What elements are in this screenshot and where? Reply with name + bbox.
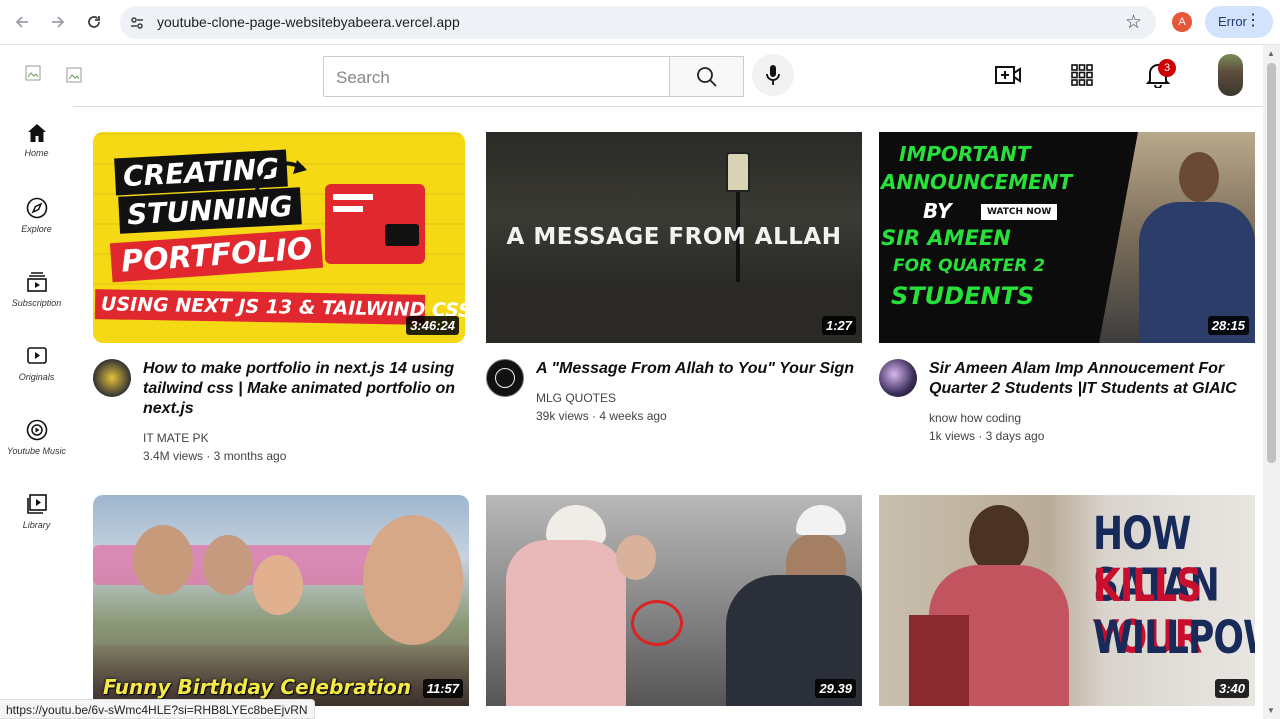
voice-search-button[interactable]	[752, 54, 794, 96]
duration-badge: 11:57	[422, 679, 463, 698]
search-button[interactable]	[669, 56, 744, 97]
thumbnail-text: Funny Birthday Celebration	[103, 675, 412, 699]
site-info-icon[interactable]	[128, 14, 146, 32]
error-label: Error	[1218, 14, 1247, 29]
home-icon	[27, 124, 46, 142]
create-video-icon[interactable]	[993, 60, 1023, 90]
notification-count-badge: 3	[1158, 59, 1176, 77]
channel-name[interactable]: know how coding	[929, 409, 1021, 427]
video-thumbnail[interactable]: HOW SATAN KILLS YOUR WILLPOWER 3:40	[879, 495, 1255, 706]
channel-avatar[interactable]	[486, 359, 524, 397]
thumbnail-text: USING NEXT JS 13 & TAILWIND CSS	[94, 289, 465, 325]
browser-toolbar: youtube-clone-page-websitebyabeera.verce…	[0, 0, 1280, 45]
video-stats: 3.4M views · 3 months ago	[143, 449, 287, 463]
thumbnail-text: IMPORTANT	[899, 142, 1031, 166]
video-thumbnail[interactable]: Funny Birthday Celebration 11:57	[93, 495, 469, 706]
sidebar-item-library[interactable]: Library	[0, 493, 73, 555]
duration-badge: 1:27	[821, 316, 856, 335]
arrow-icon	[255, 160, 307, 191]
link-status-url: https://youtu.be/6v-sWmc4HLE?si=RHB8LYEc…	[0, 699, 315, 719]
sidebar-item-label: Home	[24, 148, 49, 158]
thumbnail-text: BY	[923, 199, 952, 223]
url-text: youtube-clone-page-websitebyabeera.verce…	[157, 14, 460, 30]
channel-name[interactable]: MLG QUOTES	[536, 389, 616, 407]
sidebar-item-youtube-music[interactable]: Youtube Music	[0, 419, 73, 481]
thumbnail-text: SIR AMEEN	[881, 226, 1011, 250]
video-title[interactable]: How to make portfolio in next.js 14 usin…	[143, 359, 463, 419]
sidebar-item-originals[interactable]: Originals	[0, 345, 73, 407]
video-thumbnail[interactable]: A MESSAGE FROM ALLAH 1:27	[486, 132, 862, 343]
sidebar-item-label: Originals	[18, 372, 55, 382]
scroll-thumb[interactable]	[1267, 63, 1276, 463]
search-icon	[696, 66, 717, 87]
thumbnail-text: A MESSAGE FROM ALLAH	[506, 224, 842, 250]
music-icon	[26, 419, 47, 441]
library-icon	[26, 494, 47, 514]
video-thumbnail[interactable]: 29.39	[486, 495, 862, 706]
sidebar-item-label: Youtube Music	[6, 446, 67, 456]
thumbnail-text: STUDENTS	[891, 282, 1035, 310]
channel-avatar[interactable]	[879, 359, 917, 397]
scroll-down-arrow-icon[interactable]: ▼	[1267, 706, 1275, 715]
thumbnail-text: FOR QUARTER 2	[893, 256, 1046, 276]
subscriptions-icon	[26, 272, 47, 292]
apps-grid-icon[interactable]	[1067, 60, 1097, 90]
video-stats: 39k views · 4 weeks ago	[536, 409, 667, 423]
duration-badge: 29.39	[815, 679, 856, 698]
scroll-up-arrow-icon[interactable]: ▲	[1267, 49, 1275, 58]
thumbnail-text: WATCH NOW	[981, 204, 1058, 220]
sidebar-item-label: Library	[22, 520, 51, 530]
duration-badge: 3:40	[1214, 679, 1249, 698]
broken-logo-icon[interactable]	[66, 67, 82, 83]
illustration-screen	[325, 184, 425, 264]
video-stats: 1k views · 3 days ago	[929, 429, 1045, 443]
back-icon[interactable]	[9, 9, 35, 35]
sidebar-item-home[interactable]: Home	[0, 123, 73, 185]
broken-image-icon[interactable]	[25, 65, 41, 81]
bookmark-star-icon[interactable]: ☆	[1125, 11, 1142, 34]
user-avatar[interactable]	[1218, 54, 1243, 96]
forward-icon[interactable]	[45, 9, 71, 35]
channel-name[interactable]: IT MATE PK	[143, 429, 209, 447]
thumbnail-text: ANNOUNCEMENT	[881, 170, 1073, 194]
thumbnail-text: WILLPOWER	[1093, 613, 1255, 665]
page-scrollbar[interactable]: ▲ ▼	[1263, 45, 1280, 719]
sidebar-item-label: Subscription	[11, 298, 62, 308]
sidebar-item-label: Explore	[21, 224, 52, 234]
microphone-icon	[766, 65, 780, 85]
header-divider	[73, 106, 1263, 107]
duration-badge: 28:15	[1207, 316, 1249, 335]
reload-icon[interactable]	[81, 9, 107, 35]
address-bar[interactable]: youtube-clone-page-websitebyabeera.verce…	[120, 6, 1156, 39]
error-button[interactable]: Error ⋮	[1205, 6, 1273, 38]
video-thumbnail[interactable]: CREATING STUNNING PORTFOLIO USING NEXT J…	[93, 132, 465, 343]
video-title[interactable]: Sir Ameen Alam Imp Annoucement For Quart…	[929, 359, 1249, 399]
browser-profile-avatar[interactable]: A	[1172, 12, 1192, 32]
sidebar-item-explore[interactable]: Explore	[0, 197, 73, 259]
originals-icon	[26, 347, 47, 364]
duration-badge: 3:46:24	[406, 316, 459, 335]
compass-icon	[26, 197, 47, 219]
video-title[interactable]: A "Message From Allah to You" Your Sign	[536, 359, 856, 379]
channel-avatar[interactable]	[93, 359, 131, 397]
menu-dots-icon[interactable]: ⋮	[1245, 13, 1261, 29]
video-thumbnail[interactable]: IMPORTANT ANNOUNCEMENT BY SIR AMEEN FOR …	[879, 132, 1255, 343]
search-input[interactable]: Search	[323, 56, 670, 97]
sidebar-item-subscription[interactable]: Subscription	[0, 271, 73, 333]
